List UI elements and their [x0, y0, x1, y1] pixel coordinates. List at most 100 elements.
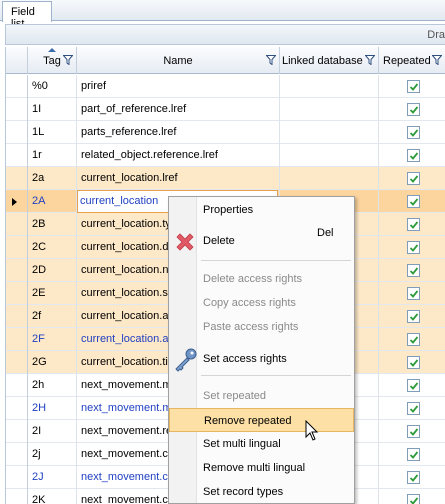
repeated-checkbox[interactable]	[407, 287, 420, 300]
repeated-checkbox[interactable]	[407, 402, 420, 415]
tab-field-list[interactable]: Field list	[2, 1, 52, 30]
tag-cell[interactable]: 2F	[28, 328, 77, 351]
repeated-checkbox[interactable]	[407, 218, 420, 231]
row-indicator[interactable]	[6, 305, 28, 328]
repeated-cell[interactable]	[379, 213, 445, 236]
tag-cell[interactable]: 2h	[28, 374, 77, 397]
group-drag-area[interactable]: Dra	[5, 24, 445, 45]
tag-cell[interactable]: 2I	[28, 420, 77, 443]
menu-item-set-access-rights[interactable]: Set access rights	[169, 345, 354, 375]
row-indicator[interactable]	[6, 75, 28, 98]
row-indicator[interactable]	[6, 489, 28, 504]
menu-item-remove-repeated[interactable]: Remove repeated	[169, 408, 354, 432]
tag-cell[interactable]: 2G	[28, 351, 77, 374]
repeated-cell[interactable]	[379, 259, 445, 282]
repeated-cell[interactable]	[379, 167, 445, 190]
repeated-cell[interactable]	[379, 121, 445, 144]
repeated-cell[interactable]	[379, 75, 445, 98]
row-indicator[interactable]	[6, 397, 28, 420]
repeated-checkbox[interactable]	[407, 195, 420, 208]
tag-cell[interactable]: 2D	[28, 259, 77, 282]
linked-database-cell[interactable]	[280, 98, 379, 121]
row-indicator[interactable]	[6, 236, 28, 259]
repeated-checkbox[interactable]	[407, 310, 420, 323]
repeated-checkbox[interactable]	[407, 448, 420, 461]
column-header-name[interactable]: Name	[77, 47, 280, 74]
table-row[interactable]: %0 priref	[6, 75, 445, 98]
filter-icon[interactable]	[432, 55, 442, 65]
tag-cell[interactable]: 2A	[28, 190, 77, 213]
row-indicator[interactable]	[6, 420, 28, 443]
repeated-cell[interactable]	[379, 466, 445, 489]
linked-database-cell[interactable]	[280, 167, 379, 190]
repeated-checkbox[interactable]	[407, 149, 420, 162]
tag-cell[interactable]: 1r	[28, 144, 77, 167]
row-indicator[interactable]	[6, 167, 28, 190]
row-indicator[interactable]	[6, 259, 28, 282]
name-cell[interactable]: priref	[77, 75, 280, 98]
repeated-checkbox[interactable]	[407, 172, 420, 185]
row-indicator[interactable]	[6, 121, 28, 144]
row-indicator[interactable]	[6, 282, 28, 305]
tag-cell[interactable]: 2B	[28, 213, 77, 236]
name-cell[interactable]: current_location.lref	[77, 167, 280, 190]
menu-item-properties[interactable]: Properties	[169, 198, 354, 222]
repeated-checkbox[interactable]	[407, 494, 420, 504]
repeated-cell[interactable]	[379, 374, 445, 397]
row-indicator[interactable]	[6, 98, 28, 121]
repeated-checkbox[interactable]	[407, 126, 420, 139]
repeated-cell[interactable]	[379, 443, 445, 466]
repeated-cell[interactable]	[379, 351, 445, 374]
name-cell[interactable]: related_object.reference.lref	[77, 144, 280, 167]
name-cell[interactable]: part_of_reference.lref	[77, 98, 280, 121]
tag-cell[interactable]: %0	[28, 75, 77, 98]
repeated-cell[interactable]	[379, 397, 445, 420]
repeated-cell[interactable]	[379, 489, 445, 504]
row-indicator[interactable]	[6, 374, 28, 397]
tag-cell[interactable]: 1I	[28, 98, 77, 121]
linked-database-cell[interactable]	[280, 75, 379, 98]
repeated-checkbox[interactable]	[407, 333, 420, 346]
repeated-checkbox[interactable]	[407, 379, 420, 392]
menu-item-set-record-types[interactable]: Set record types	[169, 480, 354, 504]
repeated-cell[interactable]	[379, 282, 445, 305]
repeated-checkbox[interactable]	[407, 264, 420, 277]
tag-cell[interactable]: 2H	[28, 397, 77, 420]
linked-database-cell[interactable]	[280, 121, 379, 144]
column-header-linked-database[interactable]: Linked database	[280, 47, 379, 74]
column-header-repeated[interactable]: Repeated	[379, 47, 445, 74]
linked-database-cell[interactable]	[280, 144, 379, 167]
name-cell[interactable]: parts_reference.lref	[77, 121, 280, 144]
row-indicator[interactable]	[6, 190, 28, 213]
repeated-cell[interactable]	[379, 328, 445, 351]
filter-icon[interactable]	[266, 55, 276, 65]
tag-cell[interactable]: 2j	[28, 443, 77, 466]
table-row[interactable]: 2a current_location.lref	[6, 167, 445, 190]
repeated-checkbox[interactable]	[407, 103, 420, 116]
repeated-checkbox[interactable]	[407, 425, 420, 438]
tag-cell[interactable]: 2a	[28, 167, 77, 190]
row-indicator[interactable]	[6, 328, 28, 351]
row-indicator[interactable]	[6, 351, 28, 374]
column-header-tag[interactable]: Tag	[28, 47, 77, 74]
filter-icon[interactable]	[365, 55, 375, 65]
tag-cell[interactable]: 2C	[28, 236, 77, 259]
repeated-checkbox[interactable]	[407, 241, 420, 254]
repeated-cell[interactable]	[379, 305, 445, 328]
table-row[interactable]: 1L parts_reference.lref	[6, 121, 445, 144]
tag-cell[interactable]: 1L	[28, 121, 77, 144]
tag-cell[interactable]: 2K	[28, 489, 77, 504]
repeated-cell[interactable]	[379, 98, 445, 121]
tag-cell[interactable]: 2J	[28, 466, 77, 489]
tag-cell[interactable]: 2f	[28, 305, 77, 328]
menu-item-remove-multi-lingual[interactable]: Remove multi lingual	[169, 456, 354, 480]
row-indicator[interactable]	[6, 443, 28, 466]
repeated-checkbox[interactable]	[407, 80, 420, 93]
menu-item-set-multi-lingual[interactable]: Set multi lingual	[169, 432, 354, 456]
row-indicator[interactable]	[6, 144, 28, 167]
repeated-cell[interactable]	[379, 144, 445, 167]
repeated-cell[interactable]	[379, 420, 445, 443]
filter-icon[interactable]	[63, 55, 73, 65]
tag-cell[interactable]: 2E	[28, 282, 77, 305]
repeated-cell[interactable]	[379, 190, 445, 213]
